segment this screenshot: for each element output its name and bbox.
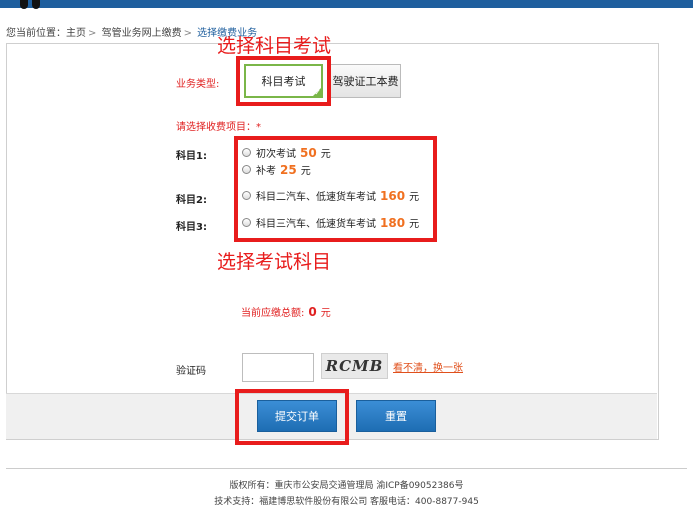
total-amount-row: 当前应缴总额: 0 元 <box>241 304 331 320</box>
annotation-text-choose-exam-subject: 选择考试科目 <box>217 251 332 273</box>
select-items-label: 请选择收费项目：* <box>176 122 261 133</box>
captcha-label: 验证码 <box>176 366 206 377</box>
footer-copyright: 版权所有：重庆市公安局交通管理局 渝ICP备09052386号 <box>229 481 464 491</box>
footer-divider <box>6 468 687 469</box>
business-type-label: 业务类型: <box>176 79 220 90</box>
type-button-label: 驾驶证工本费 <box>332 75 399 88</box>
annotation-text-choose-subject-exam: 选择科目考试 <box>217 35 332 57</box>
breadcrumb-separator-icon: > <box>88 28 97 39</box>
captcha-input[interactable] <box>242 353 314 382</box>
subject3-label: 科目3: <box>176 222 207 233</box>
total-unit: 元 <box>320 308 331 319</box>
footer-support: 技术支持：福建博思软件股份有限公司 客服电话：400-8877-945 <box>214 497 479 507</box>
reset-button[interactable]: 重置 <box>356 400 436 432</box>
captcha-image[interactable]: RCMB <box>321 353 388 379</box>
breadcrumb-separator-icon: > <box>183 28 192 39</box>
breadcrumb-home[interactable]: 主页 <box>66 28 86 39</box>
annotation-box-type <box>236 56 331 106</box>
annotation-box-options <box>234 136 437 242</box>
captcha-refresh-link[interactable]: 看不清，换一张 <box>393 359 463 374</box>
total-label: 当前应缴总额: <box>241 308 305 319</box>
total-amount: 0 <box>308 304 317 319</box>
type-button-license-fee[interactable]: 驾驶证工本费 <box>330 64 401 98</box>
top-banner-bar <box>0 0 693 8</box>
subject2-label: 科目2: <box>176 195 207 206</box>
subject1-label: 科目1: <box>176 151 207 162</box>
breadcrumb-level2[interactable]: 驾管业务网上缴费 <box>102 28 182 39</box>
breadcrumb-prefix: 您当前位置： <box>6 28 66 39</box>
mascot-logo-icon <box>20 0 42 10</box>
annotation-box-submit <box>235 389 349 445</box>
